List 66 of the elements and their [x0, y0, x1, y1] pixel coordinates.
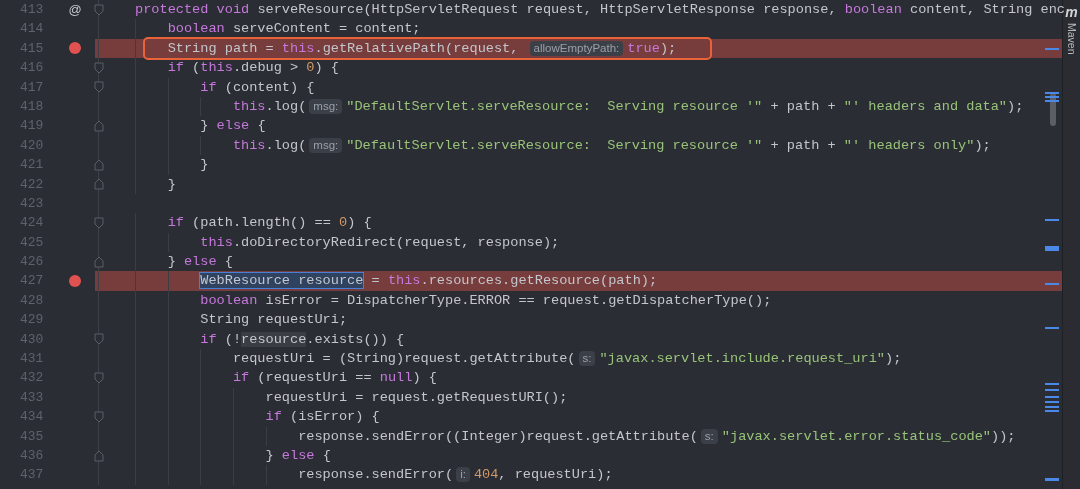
fold-icon[interactable]	[94, 217, 104, 229]
line-number: 420	[19, 136, 45, 155]
line-number: 435	[19, 427, 45, 446]
fold-icon[interactable]	[94, 3, 104, 16]
line-number: 423	[19, 194, 45, 213]
fold-icon[interactable]	[94, 333, 104, 346]
line-number: 433	[19, 388, 45, 407]
line-number: 416	[19, 59, 45, 78]
line-number: 424	[19, 214, 45, 233]
fold-icon[interactable]	[94, 372, 104, 385]
line-number: 413	[19, 1, 45, 19]
code-line: if (content) {	[200, 78, 315, 97]
fold-icon[interactable]	[94, 81, 104, 94]
code-line: String requestUri;	[200, 311, 348, 330]
line-number: 417	[19, 78, 45, 97]
fold-icon[interactable]	[94, 178, 104, 191]
line-number: 431	[19, 350, 45, 369]
code-line: WebResource resource = this.resources.getResource(path);	[200, 272, 658, 291]
fold-icon[interactable]	[94, 449, 104, 462]
tool-window-tab[interactable]: Maven	[1063, 23, 1080, 55]
code-line: } else {	[200, 117, 266, 136]
code-line: protected void serveResource(HttpServletRequest request, HttpServletResponse response, boolean content, String enc	[135, 1, 1065, 19]
line-number: 437	[19, 466, 45, 485]
code-line: } else {	[265, 447, 331, 465]
line-number: 425	[19, 233, 45, 252]
line-number: 418	[19, 97, 45, 116]
line-number: 427	[19, 272, 45, 291]
code-line: String path = this.getRelativePath(request, allowEmptyPath: true);	[167, 40, 677, 56]
code-line: this.log( msg: "DefaultServlet.serveResource: Serving resource '" + path + "' headers only");	[232, 136, 991, 155]
code-line: if (!resource.exists()) {	[200, 330, 405, 349]
fold-icon[interactable]	[94, 61, 104, 74]
code-line: this.log( msg: "DefaultServlet.serveResource: Serving resource '" + path + "' headers and data");	[232, 97, 1024, 116]
line-number: 432	[19, 369, 45, 388]
maven-icon[interactable]: m	[1065, 4, 1078, 20]
fold-icon[interactable]	[94, 410, 104, 423]
line-number: 415	[19, 39, 45, 58]
line-number: 434	[19, 408, 45, 427]
code-line: boolean serveContent = content;	[167, 20, 421, 39]
fold-icon[interactable]	[94, 158, 104, 171]
code-line: this.doDirectoryRedirect(request, response);	[200, 233, 560, 252]
code-line: if (this.debug > 0) {	[167, 59, 339, 78]
code-line: if (isError) {	[265, 408, 380, 427]
code-line: }	[200, 156, 209, 175]
code-line: if (path.length() == 0) {	[167, 214, 372, 233]
line-number: 419	[19, 117, 45, 136]
line-number: 422	[19, 175, 45, 194]
fold-icon[interactable]	[94, 120, 104, 133]
line-number: 414	[19, 20, 45, 39]
code-line: }	[167, 175, 176, 194]
code-line: } else {	[167, 253, 233, 272]
code-line: requestUri = request.getRequestURI();	[265, 388, 568, 407]
code-line: response.sendError((Integer)request.getAttribute( s: "javax.servlet.error.status_code"));	[298, 427, 1016, 446]
gutter-marker[interactable]: @	[68, 0, 82, 20]
line-number: 421	[19, 156, 45, 175]
line-number: 436	[19, 447, 45, 465]
breakpoint-icon[interactable]	[68, 41, 82, 56]
code-line: if (requestUri == null) {	[232, 369, 437, 388]
code-line: boolean isError = DispatcherType.ERROR == request.getDispatcherType();	[200, 291, 772, 310]
line-number: 428	[19, 291, 45, 310]
code-line: response.sendError( i: 404, requestUri);	[298, 466, 613, 485]
line-number: 429	[19, 311, 45, 330]
code-line: requestUri = (String)request.getAttribute( s: "javax.servlet.include.request_uri");	[232, 350, 902, 369]
breakpoint-icon[interactable]	[68, 274, 82, 289]
fold-icon[interactable]	[94, 255, 104, 268]
line-number: 426	[19, 253, 45, 272]
line-number: 430	[19, 330, 45, 349]
